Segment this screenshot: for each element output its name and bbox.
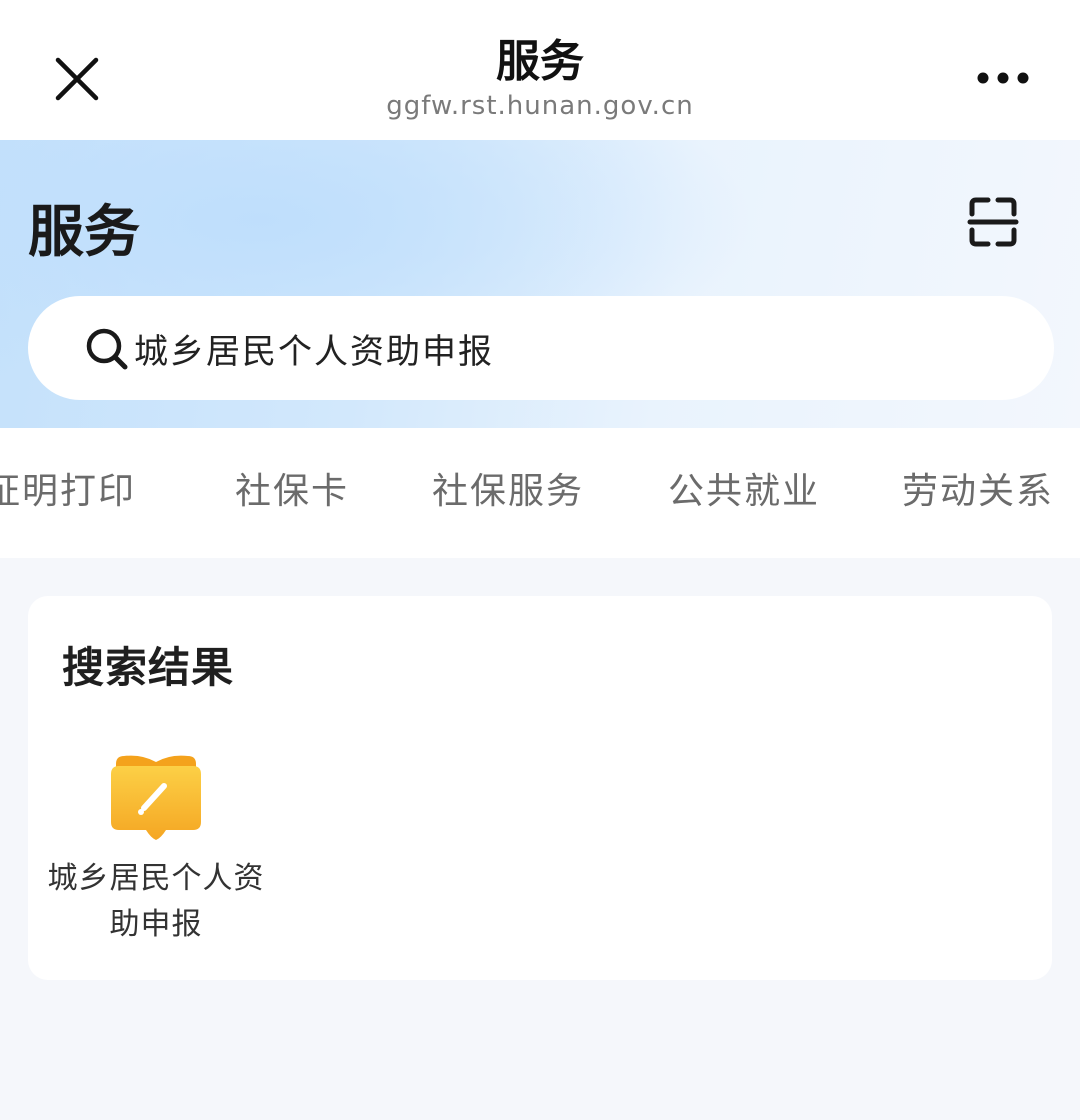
tab-certificate-print[interactable]: 证明打印 — [0, 464, 136, 520]
more-button[interactable] — [970, 58, 1036, 98]
tab-labor-relations[interactable]: 劳动关系 — [902, 464, 1054, 520]
search-box[interactable] — [28, 296, 1054, 400]
search-results-title: 搜索结果 — [62, 643, 235, 692]
more-icon — [977, 72, 1029, 84]
nav-url: ggfw.rst.hunan.gov.cn — [386, 91, 694, 121]
search-results-card: 搜索结果 城乡居民个人资助申报 — [28, 596, 1052, 980]
result-item-label: 城乡居民个人资助申报 — [47, 861, 265, 942]
nav-title: 服务 — [496, 36, 584, 87]
result-item[interactable]: 城乡居民个人资助申报 — [28, 744, 282, 944]
page-title: 服务 — [28, 200, 140, 265]
scan-icon — [967, 197, 1019, 247]
tab-public-employment[interactable]: 公共就业 — [668, 464, 820, 520]
search-input[interactable] — [134, 320, 1014, 376]
header-band: 服务 — [0, 140, 1080, 428]
category-tabs: 证明打印 社保卡 社保服务 公共就业 劳动关系 — [0, 428, 1080, 558]
scan-button[interactable] — [966, 196, 1020, 248]
search-icon — [86, 328, 128, 370]
tab-social-security-service[interactable]: 社保服务 — [432, 464, 584, 520]
navigation-bar: 服务 ggfw.rst.hunan.gov.cn — [0, 0, 1080, 140]
tab-social-security-card[interactable]: 社保卡 — [235, 464, 349, 520]
book-pen-icon — [111, 755, 201, 840]
